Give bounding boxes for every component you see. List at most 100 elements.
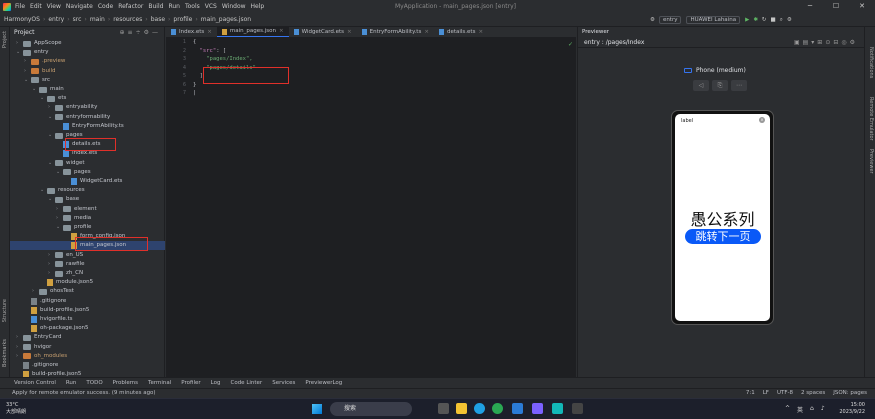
run-config-select[interactable]: entry	[658, 16, 682, 24]
more-icon[interactable]: ⋯	[731, 80, 747, 91]
close-tab-icon[interactable]: ×	[207, 27, 212, 38]
tree-item[interactable]: › hvigor	[16, 343, 51, 352]
chevron-right-icon[interactable]: ›	[24, 67, 31, 76]
menu-help[interactable]: Help	[251, 3, 265, 10]
tool-previewer-log[interactable]: PreviewerLog	[305, 380, 342, 386]
tree-item[interactable]: › entryability	[48, 103, 97, 112]
previewer-tools-icon[interactable]: ▣▤▾⊞⊙⊟◎⚙	[794, 37, 858, 48]
chevron-down-icon[interactable]: ⌄	[48, 131, 55, 140]
bookmarks-tool-label[interactable]: Bookmarks	[2, 339, 8, 367]
chrome-icon[interactable]	[492, 403, 503, 414]
chevron-right-icon[interactable]: ›	[16, 39, 23, 48]
tool-version-control[interactable]: Version Control	[14, 380, 56, 386]
device-select[interactable]: HUAWEI Lahaina	[686, 16, 741, 24]
chevron-right-icon[interactable]: ›	[16, 352, 23, 361]
tree-item[interactable]: oh-package.json5	[24, 324, 89, 333]
tool-terminal[interactable]: Terminal	[148, 380, 171, 386]
status-encoding[interactable]: UTF-8	[777, 389, 793, 398]
tree-item[interactable]: ⌄ src	[24, 76, 50, 85]
tab-main-pages[interactable]: main_pages.json ×	[216, 27, 289, 37]
minimize-icon[interactable]: ─	[797, 0, 823, 13]
menu-tools[interactable]: Tools	[185, 3, 200, 10]
tree-item[interactable]: .gitignore	[24, 297, 66, 306]
chevron-down-icon[interactable]: ⌄	[40, 94, 47, 103]
status-position[interactable]: 7:1	[746, 389, 755, 398]
chevron-down-icon[interactable]: ⌄	[24, 76, 31, 85]
tool-todo[interactable]: TODO	[86, 380, 102, 386]
tree-item[interactable]: EntryFormAbility.ts	[56, 122, 124, 131]
crumb-entry[interactable]: entry	[48, 16, 64, 23]
menu-navigate[interactable]: Navigate	[66, 3, 93, 10]
taskbar-search[interactable]: 搜索	[330, 402, 412, 416]
notifications-tool-label[interactable]: Notifications	[868, 47, 874, 78]
chevron-down-icon[interactable]: ⌄	[48, 113, 55, 122]
chevron-right-icon[interactable]: ›	[56, 205, 63, 214]
phone-screen[interactable]: label × 愚公系列 跳转下一页	[675, 114, 770, 321]
previewer-tool-label[interactable]: Previewer	[868, 149, 874, 174]
tool-log[interactable]: Log	[211, 380, 221, 386]
chevron-right-icon[interactable]: ›	[16, 343, 23, 352]
tab-widgetcard[interactable]: WidgetCard.ets ×	[289, 27, 357, 37]
debug-icon[interactable]: ✱	[753, 17, 758, 23]
tree-item[interactable]: build-profile.json5	[24, 306, 89, 315]
tree-item[interactable]: ⌄ resources	[40, 186, 85, 195]
chevron-right-icon[interactable]: ›	[48, 260, 55, 269]
chevron-right-icon[interactable]: ›	[24, 57, 31, 66]
project-panel-tools-icon[interactable]: ⊕≡÷⚙—	[120, 29, 161, 36]
tool-code-linter[interactable]: Code Linter	[230, 380, 262, 386]
tray-arrow-icon[interactable]: ^	[785, 405, 790, 414]
stop-icon[interactable]: ■	[771, 17, 776, 23]
tool-run[interactable]: Run	[66, 380, 77, 386]
chevron-right-icon[interactable]: ›	[16, 333, 23, 342]
tree-item[interactable]: ⌄ widget	[48, 159, 85, 168]
rotate-icon[interactable]: ⎘	[712, 80, 728, 91]
chevron-right-icon[interactable]: ›	[32, 287, 39, 296]
close-tab-icon[interactable]: ×	[424, 27, 429, 38]
task-view-icon[interactable]	[438, 403, 449, 414]
tree-item[interactable]: WidgetCard.ets	[64, 177, 122, 186]
tab-details[interactable]: details.ets ×	[434, 27, 488, 37]
close-tab-icon[interactable]: ×	[347, 27, 352, 38]
tree-item[interactable]: › oh_modules	[16, 352, 67, 361]
input-language[interactable]: 英	[797, 405, 803, 414]
crumb-base[interactable]: base	[151, 16, 165, 23]
search-icon[interactable]: ⌕	[780, 17, 783, 24]
windows-start-icon[interactable]	[312, 404, 322, 414]
menu-build[interactable]: Build	[148, 3, 163, 10]
edge-icon[interactable]	[474, 403, 485, 414]
status-message[interactable]: Apply for remote emulator success. (9 mi…	[12, 390, 156, 396]
chevron-down-icon[interactable]: ⌄	[40, 186, 47, 195]
crumb-profile[interactable]: profile	[173, 16, 192, 23]
chevron-down-icon[interactable]: ⌄	[16, 48, 23, 57]
menu-edit[interactable]: Edit	[30, 3, 42, 10]
clock[interactable]: 15:00 2023/9/22	[839, 402, 865, 416]
close-circle-icon[interactable]: ×	[759, 117, 765, 123]
tree-item[interactable]: .gitignore	[16, 361, 58, 370]
tree-item[interactable]: › en_US	[48, 251, 83, 260]
close-tab-icon[interactable]: ×	[478, 27, 483, 38]
menu-view[interactable]: View	[47, 3, 61, 10]
structure-tool-label[interactable]: Structure	[2, 299, 8, 322]
project-panel-title[interactable]: Project	[14, 29, 35, 36]
tree-item[interactable]: ⌄ entry	[16, 48, 49, 57]
deveco-icon[interactable]	[532, 403, 543, 414]
tab-entryformability[interactable]: EntryFormAbility.ts ×	[357, 27, 434, 37]
toggle-icon[interactable]	[684, 68, 692, 73]
app-icon[interactable]	[552, 403, 563, 414]
crumb-resources[interactable]: resources	[113, 16, 142, 23]
settings-gear-icon[interactable]: ⚙	[650, 17, 655, 23]
remote-emulator-tool-label[interactable]: Remote Emulator	[868, 97, 874, 141]
tree-item[interactable]: ⌄ profile	[56, 223, 91, 232]
menu-refactor[interactable]: Refactor	[118, 3, 143, 10]
tab-index[interactable]: Index.ets ×	[166, 27, 217, 37]
crumb-file[interactable]: main_pages.json	[201, 16, 251, 23]
volume-icon[interactable]: ♪	[821, 405, 825, 414]
crumb-main[interactable]: main	[90, 16, 105, 23]
menu-window[interactable]: Window	[222, 3, 246, 10]
menu-code[interactable]: Code	[98, 3, 113, 10]
tool-services[interactable]: Services	[272, 380, 295, 386]
status-line-ending[interactable]: LF	[763, 389, 769, 398]
tree-item[interactable]: › .preview	[24, 57, 65, 66]
status-indent[interactable]: 2 spaces	[801, 389, 825, 398]
project-tool-label[interactable]: Project	[2, 31, 8, 48]
